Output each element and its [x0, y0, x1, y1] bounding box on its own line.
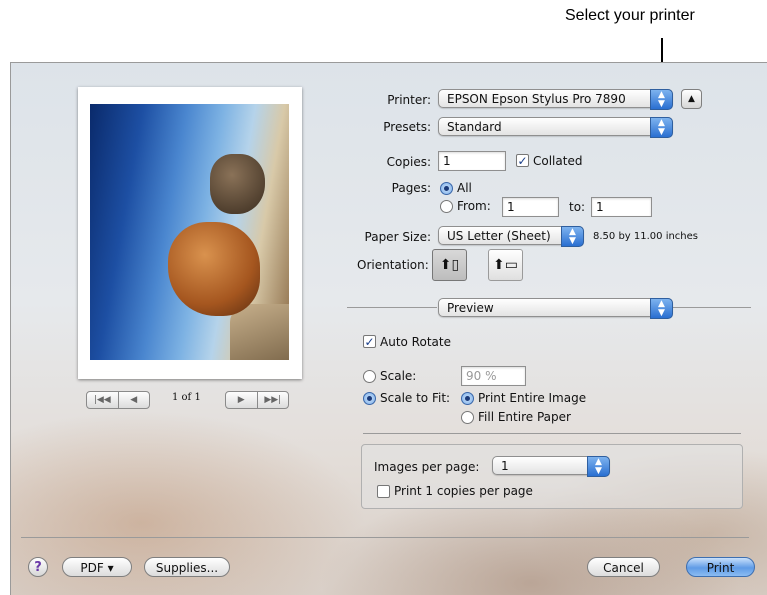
scale-radio[interactable]	[363, 370, 376, 383]
preview-forward-nav: ▶ ▶▶|	[225, 391, 289, 409]
print-entire-image-radio[interactable]	[461, 392, 474, 405]
disclosure-triangle-button[interactable]: ▲	[681, 89, 702, 109]
pages-label: Pages:	[391, 181, 431, 195]
print-entire-image-label: Print Entire Image	[478, 391, 587, 405]
popup-arrows-icon: ▲ ▼	[587, 456, 610, 477]
paper-size-select[interactable]: US Letter (Sheet) ▲ ▼	[438, 226, 584, 247]
paper-size-label: Paper Size:	[364, 230, 431, 244]
landscape-orientation-button[interactable]: ⬆▭	[488, 249, 523, 281]
footer-divider	[21, 537, 749, 538]
scale-to-fit-label: Scale to Fit:	[380, 391, 451, 405]
paper-dimensions: 8.50 by 11.00 inches	[593, 231, 699, 242]
popup-arrows-icon: ▲ ▼	[650, 117, 673, 138]
images-per-page-select[interactable]: 1 ▲ ▼	[492, 456, 610, 477]
print-dialog: |◀◀ ◀ 1 of 1 ▶ ▶▶| Printer: EPSON Epson …	[10, 62, 767, 595]
popup-arrows-icon: ▲ ▼	[650, 298, 673, 319]
print-copies-per-page-label: Print 1 copies per page	[394, 484, 533, 498]
print-copies-per-page-checkbox[interactable]	[377, 485, 390, 498]
preview-page	[78, 87, 302, 379]
printer-select[interactable]: EPSON Epson Stylus Pro 7890 ▲ ▼	[438, 89, 673, 110]
portrait-orientation-icon: ⬆▯	[439, 257, 460, 273]
pages-to-label: to:	[569, 200, 586, 214]
popup-arrows-icon: ▲ ▼	[650, 89, 673, 110]
collated-label: Collated	[533, 154, 583, 168]
pages-from-label: From:	[457, 199, 491, 213]
supplies-button[interactable]: Supplies...	[144, 557, 230, 577]
preview-photo	[90, 104, 289, 360]
pages-to-field[interactable]: 1	[591, 197, 652, 217]
popup-arrows-icon: ▲ ▼	[561, 226, 584, 247]
orientation-label: Orientation:	[357, 258, 429, 272]
section-select[interactable]: Preview ▲ ▼	[438, 298, 673, 319]
print-button[interactable]: Print	[686, 557, 755, 577]
section-divider-right	[673, 307, 751, 308]
last-page-button[interactable]: ▶▶|	[256, 392, 289, 408]
pages-from-field[interactable]: 1	[502, 197, 559, 217]
portrait-orientation-button[interactable]: ⬆▯	[432, 249, 467, 281]
help-button[interactable]: ?	[28, 557, 48, 577]
page-indicator: 1 of 1	[172, 392, 201, 403]
presets-select[interactable]: Standard ▲ ▼	[438, 117, 673, 138]
section-divider-left	[347, 307, 437, 308]
copies-label: Copies:	[386, 155, 431, 169]
options-divider	[363, 433, 741, 434]
callout-label: Select your printer	[565, 7, 695, 24]
preview-back-nav: |◀◀ ◀	[86, 391, 150, 409]
scale-to-fit-radio[interactable]	[363, 392, 376, 405]
pages-all-label: All	[457, 181, 472, 195]
pdf-button[interactable]: PDF ▾	[62, 557, 132, 577]
scale-field[interactable]: 90 %	[461, 366, 526, 386]
images-per-page-group	[361, 444, 743, 509]
next-page-button[interactable]: ▶	[226, 392, 257, 408]
first-page-button[interactable]: |◀◀	[87, 392, 118, 408]
fill-entire-paper-radio[interactable]	[461, 411, 474, 424]
copies-field[interactable]: 1	[438, 151, 506, 171]
scale-label: Scale:	[380, 369, 417, 383]
pages-all-radio[interactable]	[440, 182, 453, 195]
images-per-page-label: Images per page:	[374, 460, 480, 474]
landscape-orientation-icon: ⬆▭	[493, 257, 518, 273]
previous-page-button[interactable]: ◀	[117, 392, 150, 408]
pages-from-radio[interactable]	[440, 200, 453, 213]
printer-label: Printer:	[387, 93, 431, 107]
auto-rotate-label: Auto Rotate	[380, 335, 451, 349]
cancel-button[interactable]: Cancel	[587, 557, 660, 577]
collated-checkbox[interactable]: ✓	[516, 154, 529, 167]
fill-entire-paper-label: Fill Entire Paper	[478, 410, 571, 424]
auto-rotate-checkbox[interactable]: ✓	[363, 335, 376, 348]
presets-label: Presets:	[383, 120, 431, 134]
